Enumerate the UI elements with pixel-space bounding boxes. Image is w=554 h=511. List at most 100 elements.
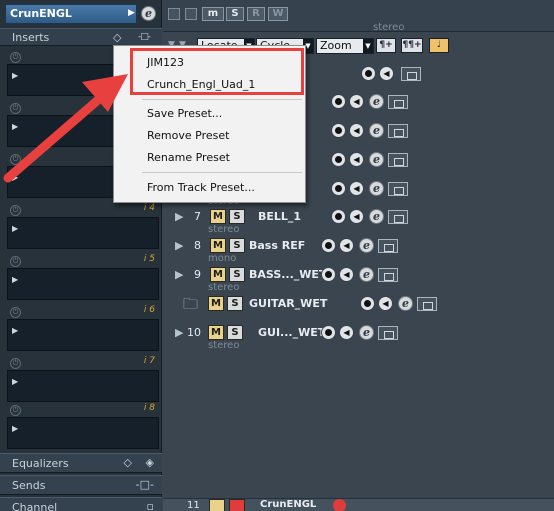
record-enable-button[interactable] — [321, 238, 336, 253]
insert-slot-plugin-field[interactable]: ▶ — [7, 319, 159, 351]
power-icon[interactable]: ⏻ — [10, 205, 21, 216]
track-name[interactable]: GUI..._WET — [258, 326, 325, 339]
channel-section-header[interactable]: Channel ▫ — [0, 497, 162, 511]
monitor-speaker-icon[interactable]: ◀ — [339, 238, 354, 253]
track-name[interactable]: BELL_1 — [258, 210, 301, 223]
edit-channel-button[interactable]: e — [359, 325, 374, 340]
mute-button[interactable] — [209, 499, 225, 511]
power-icon[interactable]: ⏻ — [10, 154, 21, 165]
monitor-speaker-icon[interactable]: ◀ — [349, 181, 364, 196]
lock-icon[interactable] — [388, 124, 408, 138]
power-icon[interactable]: ⏻ — [10, 103, 21, 114]
mute-button[interactable]: M — [210, 209, 226, 224]
channel-settings-icon[interactable]: ▫ — [147, 500, 154, 511]
record-enable-button[interactable] — [331, 123, 346, 138]
inserts-bypass-icon[interactable]: -□- — [138, 32, 158, 44]
track-row[interactable]: ▶ 9 M S BASS..._WET stereo ◀ e — [163, 262, 554, 293]
monitor-speaker-icon[interactable]: ◀ — [339, 325, 354, 340]
track-name[interactable]: GUITAR_WET — [249, 297, 327, 310]
play-arrow-icon[interactable]: ▶ — [12, 173, 18, 182]
solo-button[interactable]: S — [229, 238, 245, 253]
record-enable-button[interactable] — [331, 94, 346, 109]
edit-channel-button[interactable]: e — [359, 238, 374, 253]
inserts-section-header[interactable]: Inserts ◇ -□- — [0, 28, 162, 46]
monitor-speaker-icon[interactable]: ◀ — [378, 296, 393, 311]
menu-item-remove-preset[interactable]: Remove Preset — [114, 126, 305, 146]
menu-item-from-track-preset[interactable]: From Track Preset... — [114, 178, 305, 198]
track-row[interactable]: ▶ 8 M S Bass REF mono ◀ e — [163, 233, 554, 264]
sends-section-header[interactable]: Sends -□- — [0, 475, 162, 495]
insert-slot-plugin-field[interactable]: ▶ — [7, 217, 159, 249]
add-multiple-tracks-button[interactable]: ¶¶+ — [401, 38, 423, 53]
track-name-arrow-icon[interactable]: ▶ — [128, 8, 135, 18]
record-enable-button[interactable] — [331, 152, 346, 167]
equalizers-preset-icon[interactable]: ◇ — [124, 456, 132, 469]
inspector-track-name[interactable]: CrunENGL — [5, 4, 137, 24]
add-track-button[interactable]: ¶+ — [376, 38, 396, 53]
sends-bypass-icon[interactable]: -□- — [136, 478, 154, 491]
power-icon[interactable]: ⏻ — [10, 358, 21, 369]
insert-slot-plugin-field[interactable]: ▶ — [7, 417, 159, 449]
monitor-speaker-icon[interactable]: ◀ — [349, 94, 364, 109]
edit-channel-button[interactable]: e — [398, 296, 413, 311]
play-arrow-icon[interactable]: ▶ — [12, 377, 18, 386]
edit-channel-button[interactable]: e — [369, 209, 384, 224]
mute-button[interactable]: M — [208, 325, 224, 340]
mute-all-button[interactable]: m — [202, 7, 224, 21]
lock-icon[interactable] — [388, 153, 408, 167]
track-name[interactable]: Bass REF — [249, 239, 305, 252]
track-row[interactable]: 🗀 M S GUITAR_WET ◀ e — [163, 291, 554, 320]
lock-icon[interactable] — [388, 182, 408, 196]
monitor-speaker-icon[interactable]: ◀ — [349, 209, 364, 224]
lock-icon[interactable] — [378, 239, 398, 253]
record-enable-button[interactable] — [331, 181, 346, 196]
menu-item-save-preset[interactable]: Save Preset... — [114, 104, 305, 124]
power-icon[interactable]: ⏻ — [10, 256, 21, 267]
inserts-preset-icon[interactable]: ◇ — [113, 31, 121, 44]
monitor-speaker-icon[interactable]: ◀ — [339, 267, 354, 282]
edit-channel-button[interactable]: e — [369, 181, 384, 196]
play-arrow-icon[interactable]: ▶ — [12, 424, 18, 433]
bottom-track-row[interactable]: 11 CrunENGL — [163, 498, 554, 511]
read-all-button[interactable]: R — [247, 7, 265, 21]
insert-slot[interactable]: ⏻ i 8 ▶ — [5, 403, 161, 451]
monitor-speaker-icon[interactable]: ◀ — [349, 152, 364, 167]
equalizers-section-header[interactable]: Equalizers ◇ ◈ — [0, 453, 162, 473]
insert-slot[interactable]: ⏻ i 7 ▶ — [5, 356, 161, 404]
insert-slot[interactable]: ⏻ i 6 ▶ — [5, 305, 161, 353]
lock-icon[interactable] — [388, 95, 408, 109]
edit-channel-button[interactable]: e — [141, 6, 156, 21]
play-arrow-icon[interactable]: ▶ — [12, 326, 18, 335]
track-list-menu-icon[interactable] — [185, 8, 197, 20]
record-enable-icon[interactable] — [333, 499, 346, 511]
solo-button[interactable]: S — [229, 267, 245, 282]
edit-channel-button[interactable]: e — [369, 123, 384, 138]
track-row[interactable]: ▶ 7 M S BELL_1 stereo ◀ e — [163, 204, 554, 235]
collapse-all-icon[interactable] — [168, 8, 180, 20]
power-icon[interactable]: ⏻ — [10, 307, 21, 318]
monitor-speaker-icon[interactable]: ◀ — [349, 123, 364, 138]
solo-button[interactable]: S — [227, 296, 243, 311]
edit-channel-button[interactable]: e — [369, 94, 384, 109]
record-enable-button[interactable] — [321, 325, 336, 340]
record-enable-button[interactable] — [360, 296, 375, 311]
power-icon[interactable]: ⏻ — [10, 405, 21, 416]
play-arrow-icon[interactable]: ▶ — [12, 275, 18, 284]
play-arrow-icon[interactable]: ▶ — [12, 71, 18, 80]
solo-button[interactable]: S — [227, 325, 243, 340]
lock-icon[interactable] — [417, 297, 437, 311]
note-icon[interactable]: ♩ — [429, 38, 449, 53]
folder-icon[interactable]: 🗀 — [183, 294, 198, 319]
insert-slot[interactable]: ⏻ i 5 ▶ — [5, 254, 161, 302]
track-row[interactable]: ▶ 10 M S GUI..._WET stereo ◀ e — [163, 320, 554, 351]
insert-slot-plugin-field[interactable]: ▶ — [7, 268, 159, 300]
power-icon[interactable]: ⏻ — [10, 52, 21, 63]
solo-button[interactable]: S — [229, 209, 245, 224]
insert-slot[interactable]: ⏻ i 4 ▶ — [5, 203, 161, 251]
lock-icon[interactable] — [378, 268, 398, 282]
lock-icon[interactable] — [378, 326, 398, 340]
zoom-dropdown[interactable]: Zoom ▼ — [316, 38, 374, 54]
equalizers-bypass-icon[interactable]: ◈ — [146, 456, 154, 469]
write-all-button[interactable]: W — [268, 7, 288, 21]
edit-channel-button[interactable]: e — [369, 152, 384, 167]
